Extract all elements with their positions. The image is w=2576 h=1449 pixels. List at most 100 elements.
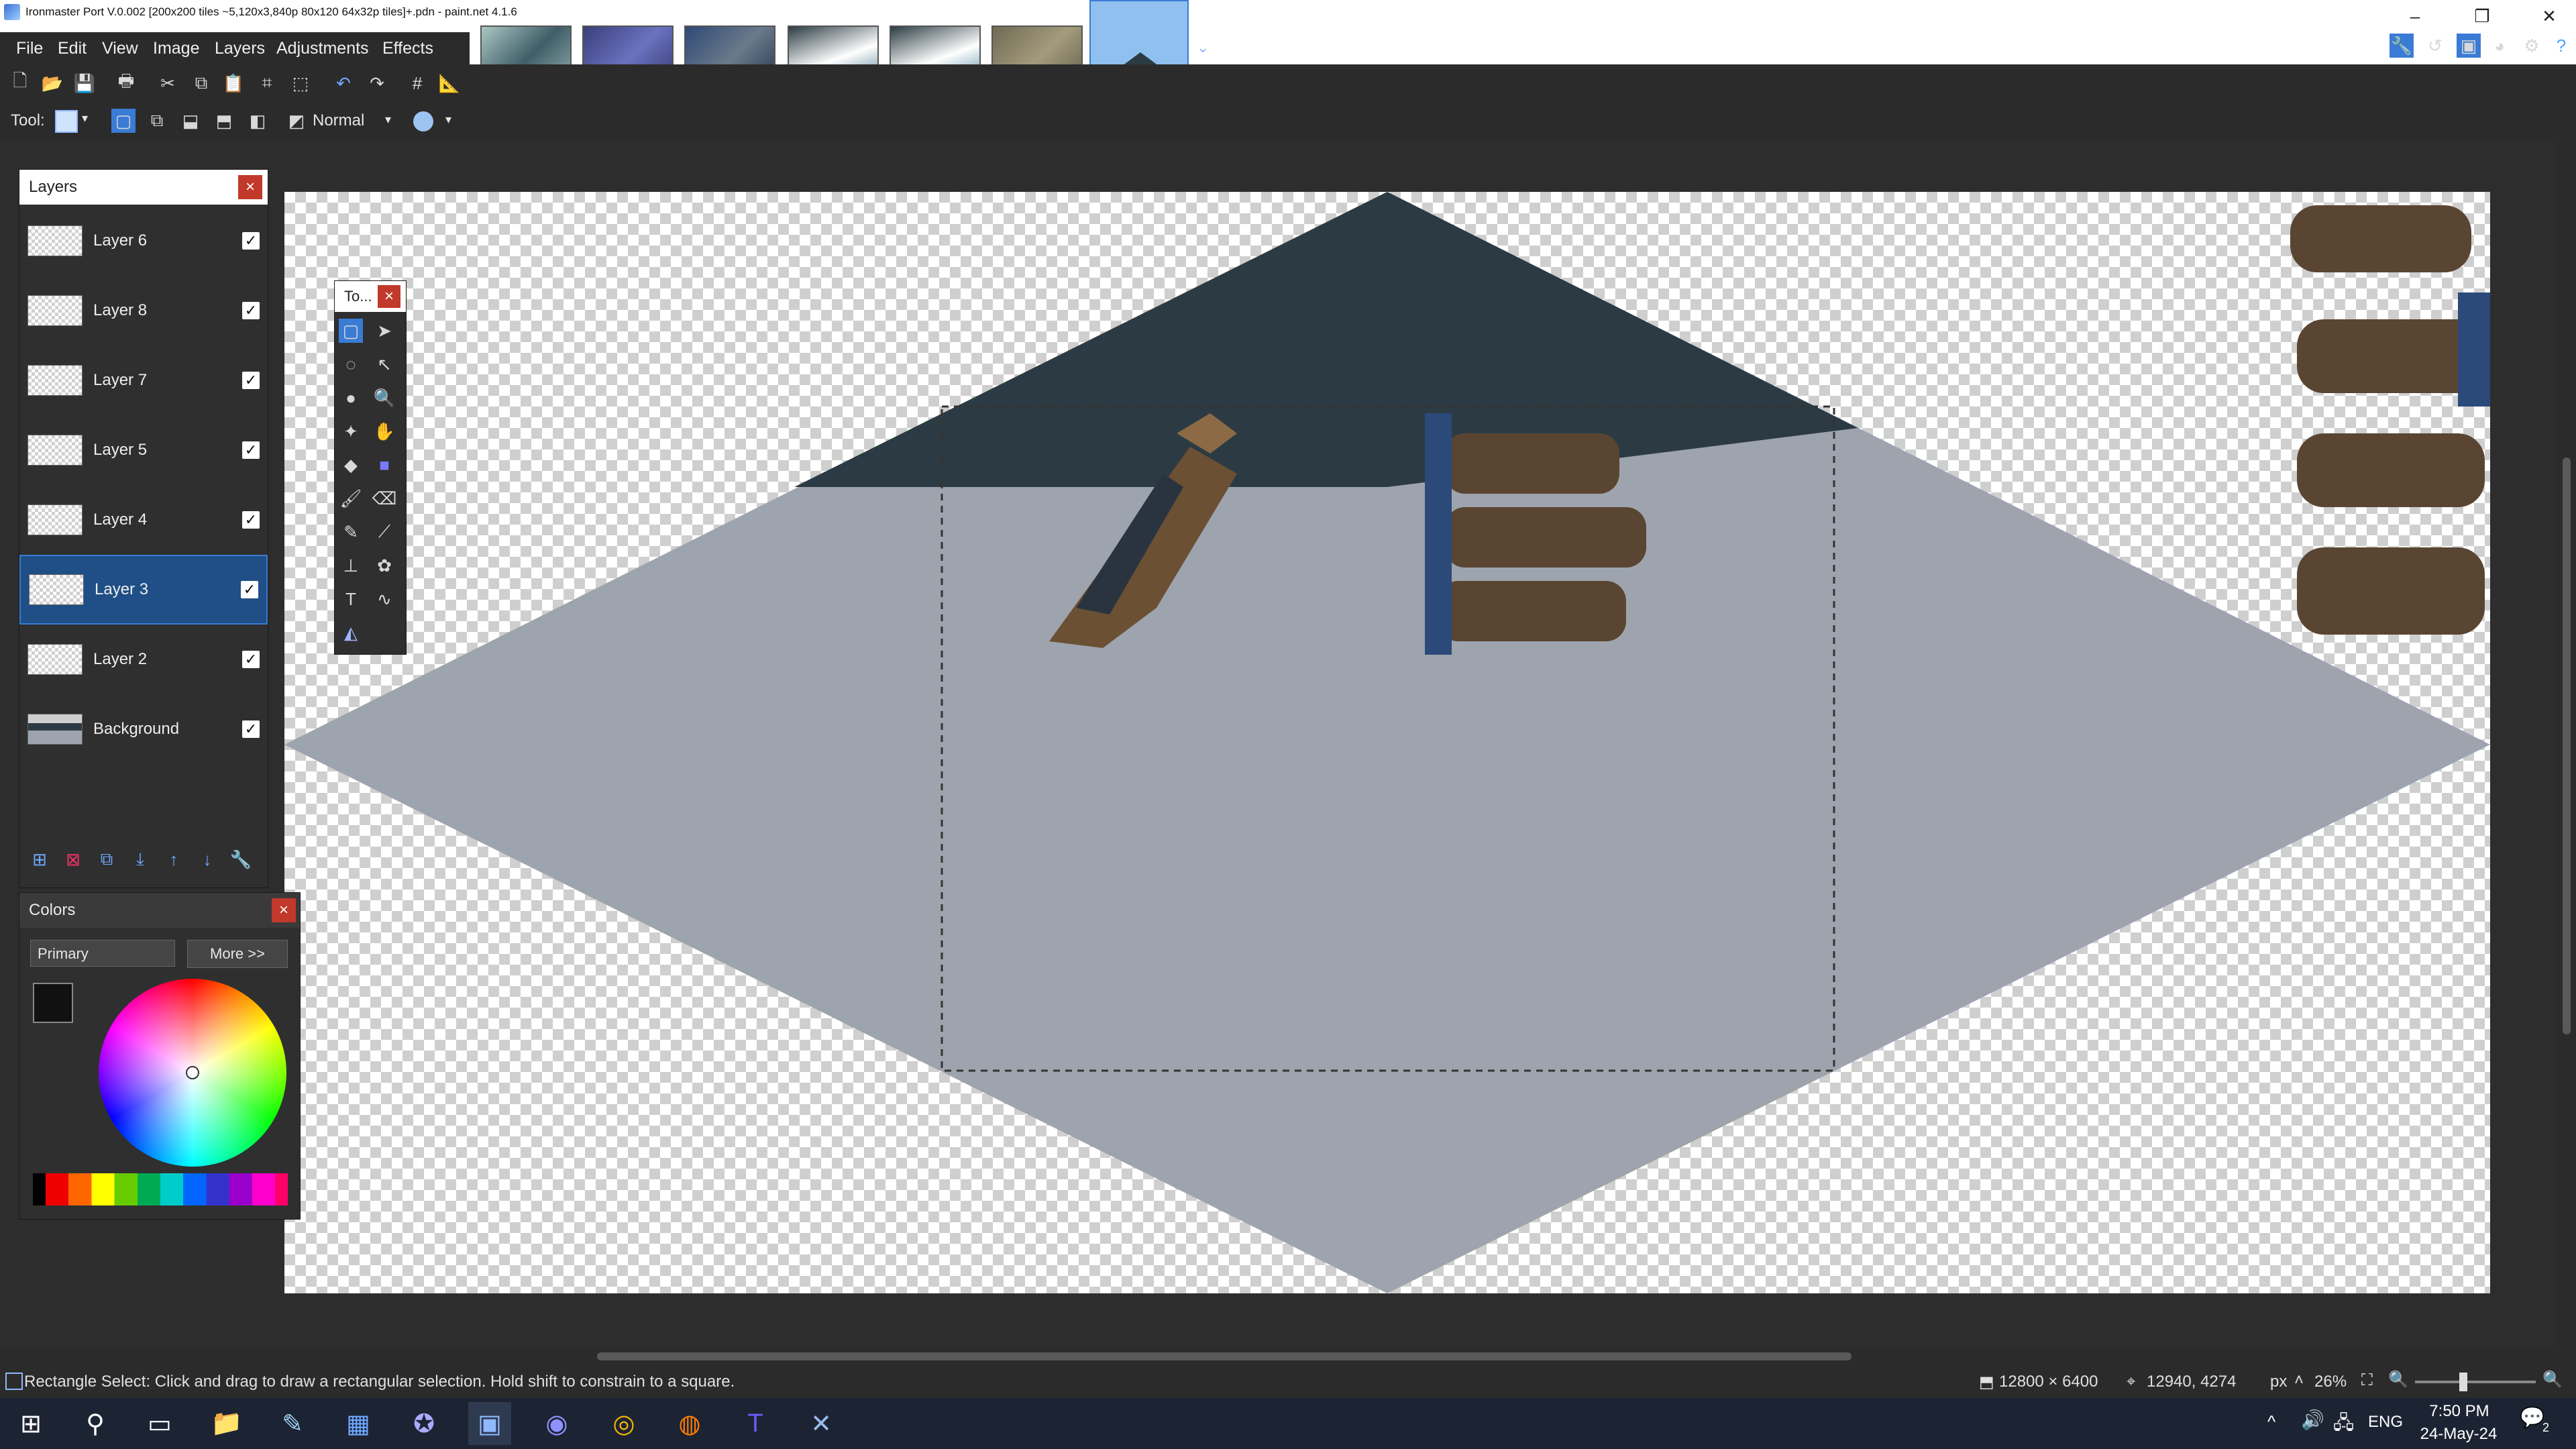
redo-icon[interactable]: ↷ xyxy=(365,71,389,95)
layer-visibility-checkbox[interactable]: ✓ xyxy=(242,372,260,389)
zoom-slider[interactable] xyxy=(2415,1373,2536,1391)
selection-invert-icon[interactable]: ◧ xyxy=(246,109,270,133)
units-select[interactable]: px xyxy=(2270,1373,2287,1391)
pan-icon[interactable]: ✋ xyxy=(372,419,396,443)
undo-icon[interactable]: ↶ xyxy=(331,71,356,95)
paint-bucket-icon[interactable]: ◆ xyxy=(339,453,363,477)
firefox-icon[interactable]: ◍ xyxy=(668,1402,711,1445)
zoom-fit-icon[interactable]: ⛶ xyxy=(2361,1371,2373,1390)
delete-layer-icon[interactable]: ⊠ xyxy=(61,847,85,871)
layer-row[interactable]: Background ✓ xyxy=(19,694,268,764)
horizontal-scrollbar[interactable] xyxy=(0,1348,2556,1364)
layer-row[interactable]: Layer 4 ✓ xyxy=(19,485,268,555)
grid-icon[interactable]: # xyxy=(405,71,429,95)
color-palette[interactable] xyxy=(33,1173,288,1205)
more-colors-button[interactable]: More >> xyxy=(187,940,288,968)
blend-mode-dropdown-icon[interactable]: ▾ xyxy=(385,113,391,127)
colors-panel-close-button[interactable]: × xyxy=(272,898,296,922)
layer-visibility-checkbox[interactable]: ✓ xyxy=(242,302,260,319)
copy-icon[interactable]: ⧉ xyxy=(189,71,213,95)
tools-window-icon[interactable]: 🔧 xyxy=(2390,34,2414,58)
language-indicator[interactable]: ENG xyxy=(2368,1413,2403,1432)
layer-row-selected[interactable]: Layer 3 ✓ xyxy=(19,555,268,625)
file-explorer-icon[interactable]: 📁 xyxy=(205,1402,248,1445)
units-dropdown-icon[interactable]: ˄ xyxy=(2294,1371,2304,1390)
layer-properties-icon[interactable]: 🔧 xyxy=(229,847,253,871)
color-wheel[interactable] xyxy=(99,979,286,1167)
text-icon[interactable]: T xyxy=(339,587,363,611)
recolor-icon[interactable]: ✿ xyxy=(372,553,396,578)
layers-window-icon[interactable]: ▣ xyxy=(2457,34,2481,58)
lasso-select-icon[interactable]: ◌ xyxy=(339,352,363,376)
move-selection-icon[interactable]: ↖ xyxy=(372,352,396,376)
app-icon-5[interactable]: ✪ xyxy=(402,1402,445,1445)
hscroll-thumb[interactable] xyxy=(597,1352,1851,1360)
maximize-button[interactable]: ❐ xyxy=(2455,0,2509,32)
close-button[interactable]: ✕ xyxy=(2522,0,2576,32)
duplicate-layer-icon[interactable]: ⧉ xyxy=(95,847,119,871)
paste-icon[interactable]: 📋 xyxy=(221,71,246,95)
magic-wand-icon[interactable]: ✦ xyxy=(339,419,363,443)
antialiasing-dropdown-icon[interactable]: ▾ xyxy=(445,113,451,127)
minimize-button[interactable]: – xyxy=(2388,0,2442,32)
pencil-icon[interactable]: ✎ xyxy=(339,520,363,544)
cut-icon[interactable]: ✂ xyxy=(156,71,180,95)
color-mode-select[interactable]: Primary xyxy=(30,940,175,967)
print-icon[interactable]: 🖶 xyxy=(114,70,138,95)
crop-icon[interactable]: ⌗ xyxy=(255,71,279,95)
network-icon[interactable]: 🖧 xyxy=(2333,1409,2354,1441)
antialiasing-icon[interactable] xyxy=(413,111,433,131)
menu-view[interactable]: View xyxy=(95,32,145,64)
eraser-icon[interactable]: ⌫ xyxy=(372,486,397,511)
history-window-icon[interactable]: ↺ xyxy=(2423,34,2447,58)
paintbrush-icon[interactable]: 🖌 xyxy=(339,486,363,511)
action-center-icon[interactable]: 💬 xyxy=(2520,1406,2544,1430)
search-icon[interactable]: ⚲ xyxy=(74,1402,117,1445)
layer-row[interactable]: Layer 5 ✓ xyxy=(19,415,268,485)
layer-row[interactable]: Layer 6 ✓ xyxy=(19,206,268,276)
layer-visibility-checkbox[interactable]: ✓ xyxy=(242,720,260,738)
tray-overflow-icon[interactable]: ^ xyxy=(2267,1411,2275,1432)
gradient-icon[interactable]: ■ xyxy=(372,453,396,477)
selection-exclude-icon[interactable]: ⬓ xyxy=(178,109,203,133)
layer-visibility-checkbox[interactable]: ✓ xyxy=(242,511,260,529)
layer-visibility-checkbox[interactable]: ✓ xyxy=(242,651,260,668)
paintnet-taskbar-icon[interactable]: ▣ xyxy=(468,1402,511,1445)
layer-visibility-checkbox[interactable]: ✓ xyxy=(241,581,258,598)
chrome-icon[interactable]: ◎ xyxy=(602,1402,645,1445)
menu-image[interactable]: Image xyxy=(146,32,206,64)
open-icon[interactable]: 📂 xyxy=(40,71,64,95)
menu-adjustments[interactable]: Adjustments xyxy=(270,32,376,64)
selection-replace-icon[interactable]: ▢ xyxy=(111,109,136,133)
vscroll-thumb[interactable] xyxy=(2563,458,2571,1034)
tools-panel-close-button[interactable]: × xyxy=(378,285,400,308)
layer-visibility-checkbox[interactable]: ✓ xyxy=(242,232,260,250)
line-curve-icon[interactable]: ∿ xyxy=(372,587,396,611)
image-canvas[interactable] xyxy=(284,192,2490,1293)
notepad-icon[interactable]: ✎ xyxy=(271,1402,314,1445)
menu-layers[interactable]: Layers xyxy=(208,32,272,64)
app-icon-11[interactable]: T xyxy=(734,1402,777,1445)
help-icon[interactable]: ? xyxy=(2549,34,2573,58)
task-view-icon[interactable]: ▭ xyxy=(138,1402,181,1445)
layer-row[interactable]: Layer 8 ✓ xyxy=(19,276,268,345)
zoom-out-icon[interactable]: 🔍 xyxy=(2388,1370,2408,1389)
tool-dropdown-icon[interactable]: ▾ xyxy=(82,111,88,125)
tabs-overflow-icon[interactable]: ⌄ xyxy=(1197,39,1209,56)
layers-panel-close-button[interactable]: × xyxy=(238,175,262,199)
zoom-value[interactable]: 26% xyxy=(2314,1373,2347,1391)
merge-layer-down-icon[interactable]: ⤓ xyxy=(128,847,152,871)
rectangle-select-icon[interactable]: ▢ xyxy=(339,319,363,343)
menu-effects[interactable]: Effects xyxy=(376,32,440,64)
calculator-icon[interactable]: ▦ xyxy=(337,1402,380,1445)
selection-intersect-icon[interactable]: ⬒ xyxy=(212,109,236,133)
colors-window-icon[interactable]: ◕ xyxy=(2487,34,2512,58)
save-icon[interactable]: 💾 xyxy=(72,71,97,95)
add-layer-icon[interactable]: ⊞ xyxy=(28,847,52,871)
zoom-in-icon[interactable]: 🔍 xyxy=(2542,1370,2563,1389)
zoom-icon[interactable]: 🔍 xyxy=(372,386,396,410)
move-layer-up-icon[interactable]: ↑ xyxy=(162,847,186,871)
shapes-icon[interactable]: ◭ xyxy=(339,621,363,645)
menu-file[interactable]: File xyxy=(9,32,50,64)
clock-date[interactable]: 24-May-24 xyxy=(2415,1425,2502,1444)
